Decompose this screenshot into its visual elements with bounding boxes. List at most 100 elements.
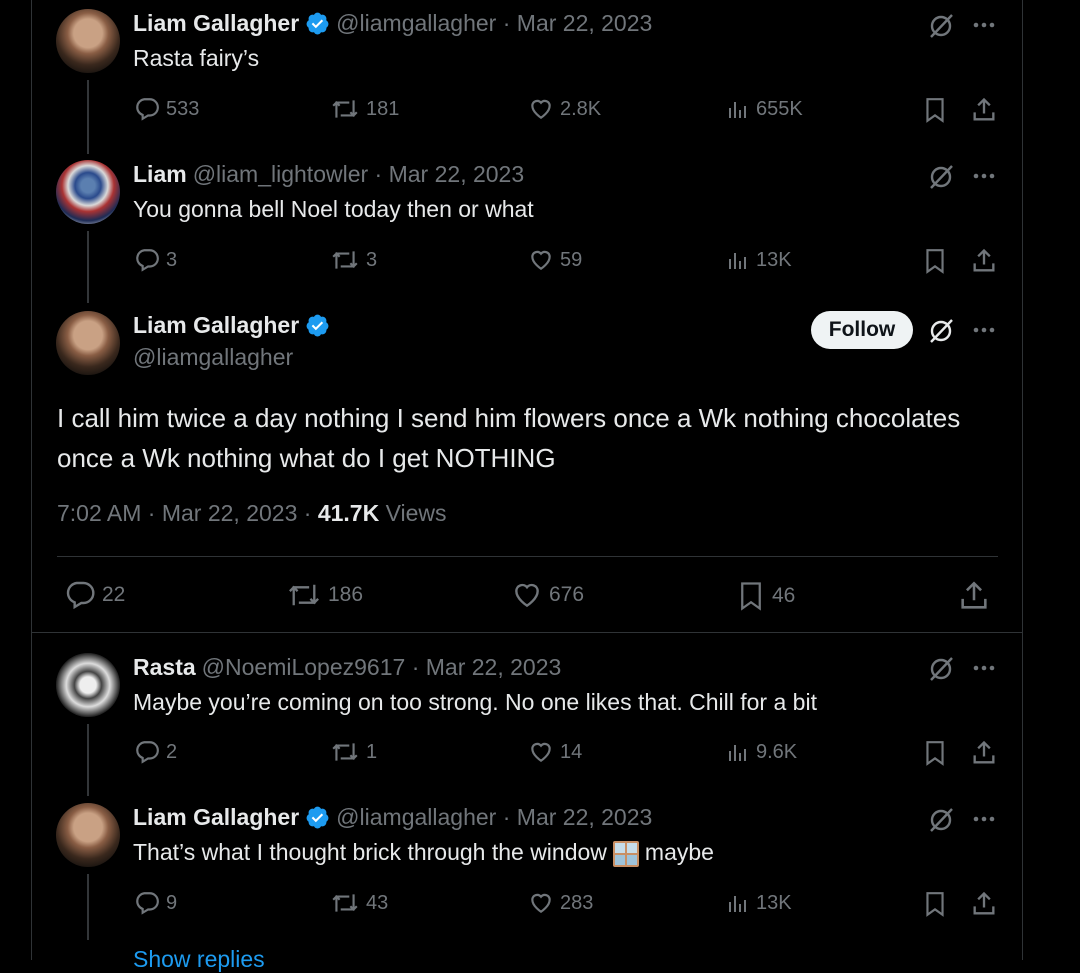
bookmark-icon[interactable] — [922, 739, 948, 767]
reply-count: 533 — [166, 97, 200, 120]
more-icon[interactable] — [972, 814, 996, 824]
views-count: 13K — [756, 248, 792, 271]
tweet-header: Liam @liam_lightowler · Mar 22, 2023 — [133, 161, 524, 188]
bookmark-button[interactable]: 46 — [736, 579, 795, 613]
author-handle[interactable]: @liam_lightowler — [193, 161, 368, 188]
views-button[interactable]: 655K — [726, 96, 803, 122]
retweet-count: 3 — [366, 248, 378, 271]
tweet-time[interactable]: 7:02 AM — [57, 500, 141, 526]
like-button[interactable]: 2.8K — [528, 96, 601, 122]
views-icon — [729, 253, 746, 269]
author-name[interactable]: Liam — [133, 161, 187, 188]
views-button[interactable]: 13K — [726, 890, 792, 916]
separator-dot: · — [297, 500, 318, 526]
author-name[interactable]: Liam Gallagher — [133, 312, 299, 339]
like-count: 283 — [560, 891, 594, 914]
reply-count: 3 — [166, 248, 178, 271]
tweet-date[interactable]: Mar 22, 2023 — [389, 161, 525, 188]
separator-dot: · — [496, 10, 517, 36]
share-icon[interactable] — [970, 739, 998, 767]
bookmark-icon[interactable] — [922, 890, 948, 918]
heart-icon — [531, 742, 551, 762]
reply-icon — [136, 892, 159, 915]
grok-icon[interactable] — [927, 655, 955, 683]
like-count: 676 — [549, 583, 585, 606]
author-handle[interactable]: @liamgallagher — [336, 804, 496, 831]
avatar-rasta[interactable] — [56, 653, 120, 717]
more-icon[interactable] — [972, 663, 996, 673]
author-name[interactable]: Liam Gallagher — [133, 804, 299, 831]
thread-line — [87, 874, 89, 940]
thread-line — [87, 80, 89, 154]
like-count: 59 — [560, 248, 583, 271]
reply-icon — [136, 741, 159, 764]
reply-count: 22 — [102, 583, 126, 606]
share-icon[interactable] — [970, 890, 998, 918]
grok-icon[interactable] — [927, 806, 955, 834]
like-button[interactable]: 59 — [528, 247, 582, 273]
more-icon[interactable] — [972, 20, 996, 30]
author-name[interactable]: Rasta — [133, 654, 196, 681]
tweet-text-part: That’s what I thought brick through the … — [133, 839, 607, 865]
avatar-liam-gallagher[interactable] — [56, 803, 120, 867]
thread-line — [87, 231, 89, 303]
main-tweet-text: I call him twice a day nothing I send hi… — [57, 398, 960, 478]
retweet-button[interactable]: 1 — [330, 739, 377, 765]
like-button[interactable]: 14 — [528, 739, 582, 765]
views-button[interactable]: 13K — [726, 247, 792, 273]
reply-button[interactable]: 22 — [64, 579, 125, 611]
avatar-liam-gallagher[interactable] — [56, 9, 120, 73]
like-button[interactable]: 676 — [511, 579, 584, 611]
retweet-icon — [332, 894, 358, 912]
window-emoji-icon — [612, 840, 639, 867]
verified-badge-icon — [306, 12, 329, 35]
author-name[interactable]: Liam Gallagher — [133, 10, 299, 37]
retweet-button[interactable]: 186 — [286, 579, 363, 611]
retweet-count: 43 — [366, 891, 389, 914]
grok-icon[interactable] — [927, 12, 955, 40]
reply-button[interactable]: 533 — [134, 96, 199, 122]
like-button[interactable]: 283 — [528, 890, 593, 916]
tweet-date[interactable]: Mar 22, 2023 — [162, 500, 298, 526]
heart-icon — [531, 250, 551, 270]
main-author: Liam Gallagher — [133, 312, 336, 339]
more-icon[interactable] — [972, 171, 996, 181]
retweet-button[interactable]: 3 — [330, 247, 377, 273]
retweet-button[interactable]: 181 — [330, 96, 399, 122]
tweet-date[interactable]: Mar 22, 2023 — [517, 10, 653, 37]
retweet-icon — [332, 251, 358, 269]
avatar-liam-gallagher[interactable] — [56, 311, 120, 375]
like-count: 2.8K — [560, 97, 602, 120]
author-handle[interactable]: @liamgallagher — [133, 344, 293, 371]
separator-dot: · — [405, 654, 426, 680]
retweet-count: 1 — [366, 740, 378, 763]
bookmark-icon[interactable] — [922, 247, 948, 275]
separator-dot: · — [496, 804, 517, 830]
author-handle[interactable]: @liamgallagher — [336, 10, 496, 37]
tweet-date[interactable]: Mar 22, 2023 — [517, 804, 653, 831]
reply-button[interactable]: 3 — [134, 247, 177, 273]
retweet-icon — [332, 743, 358, 761]
reply-count: 9 — [166, 891, 178, 914]
reply-button[interactable]: 2 — [134, 739, 177, 765]
avatar-liam-lightowler[interactable] — [56, 160, 120, 224]
grok-icon[interactable] — [927, 163, 955, 191]
reply-icon — [66, 581, 95, 610]
share-icon[interactable] — [970, 247, 998, 275]
heart-icon — [531, 893, 551, 913]
bookmark-icon[interactable] — [922, 96, 948, 124]
grok-icon[interactable] — [927, 317, 955, 345]
author-handle[interactable]: @NoemiLopez9617 — [202, 654, 406, 681]
views-icon — [729, 102, 746, 118]
views-button[interactable]: 9.6K — [726, 739, 797, 765]
retweet-button[interactable]: 43 — [330, 890, 388, 916]
tweet-date[interactable]: Mar 22, 2023 — [426, 654, 562, 681]
views-count: 655K — [756, 97, 803, 120]
tweet-text: Rasta fairy’s — [133, 45, 260, 71]
follow-button[interactable]: Follow — [811, 311, 913, 349]
share-icon[interactable] — [957, 579, 991, 613]
reply-button[interactable]: 9 — [134, 890, 177, 916]
share-icon[interactable] — [970, 96, 998, 124]
heart-icon — [515, 583, 539, 608]
more-icon[interactable] — [972, 325, 996, 335]
